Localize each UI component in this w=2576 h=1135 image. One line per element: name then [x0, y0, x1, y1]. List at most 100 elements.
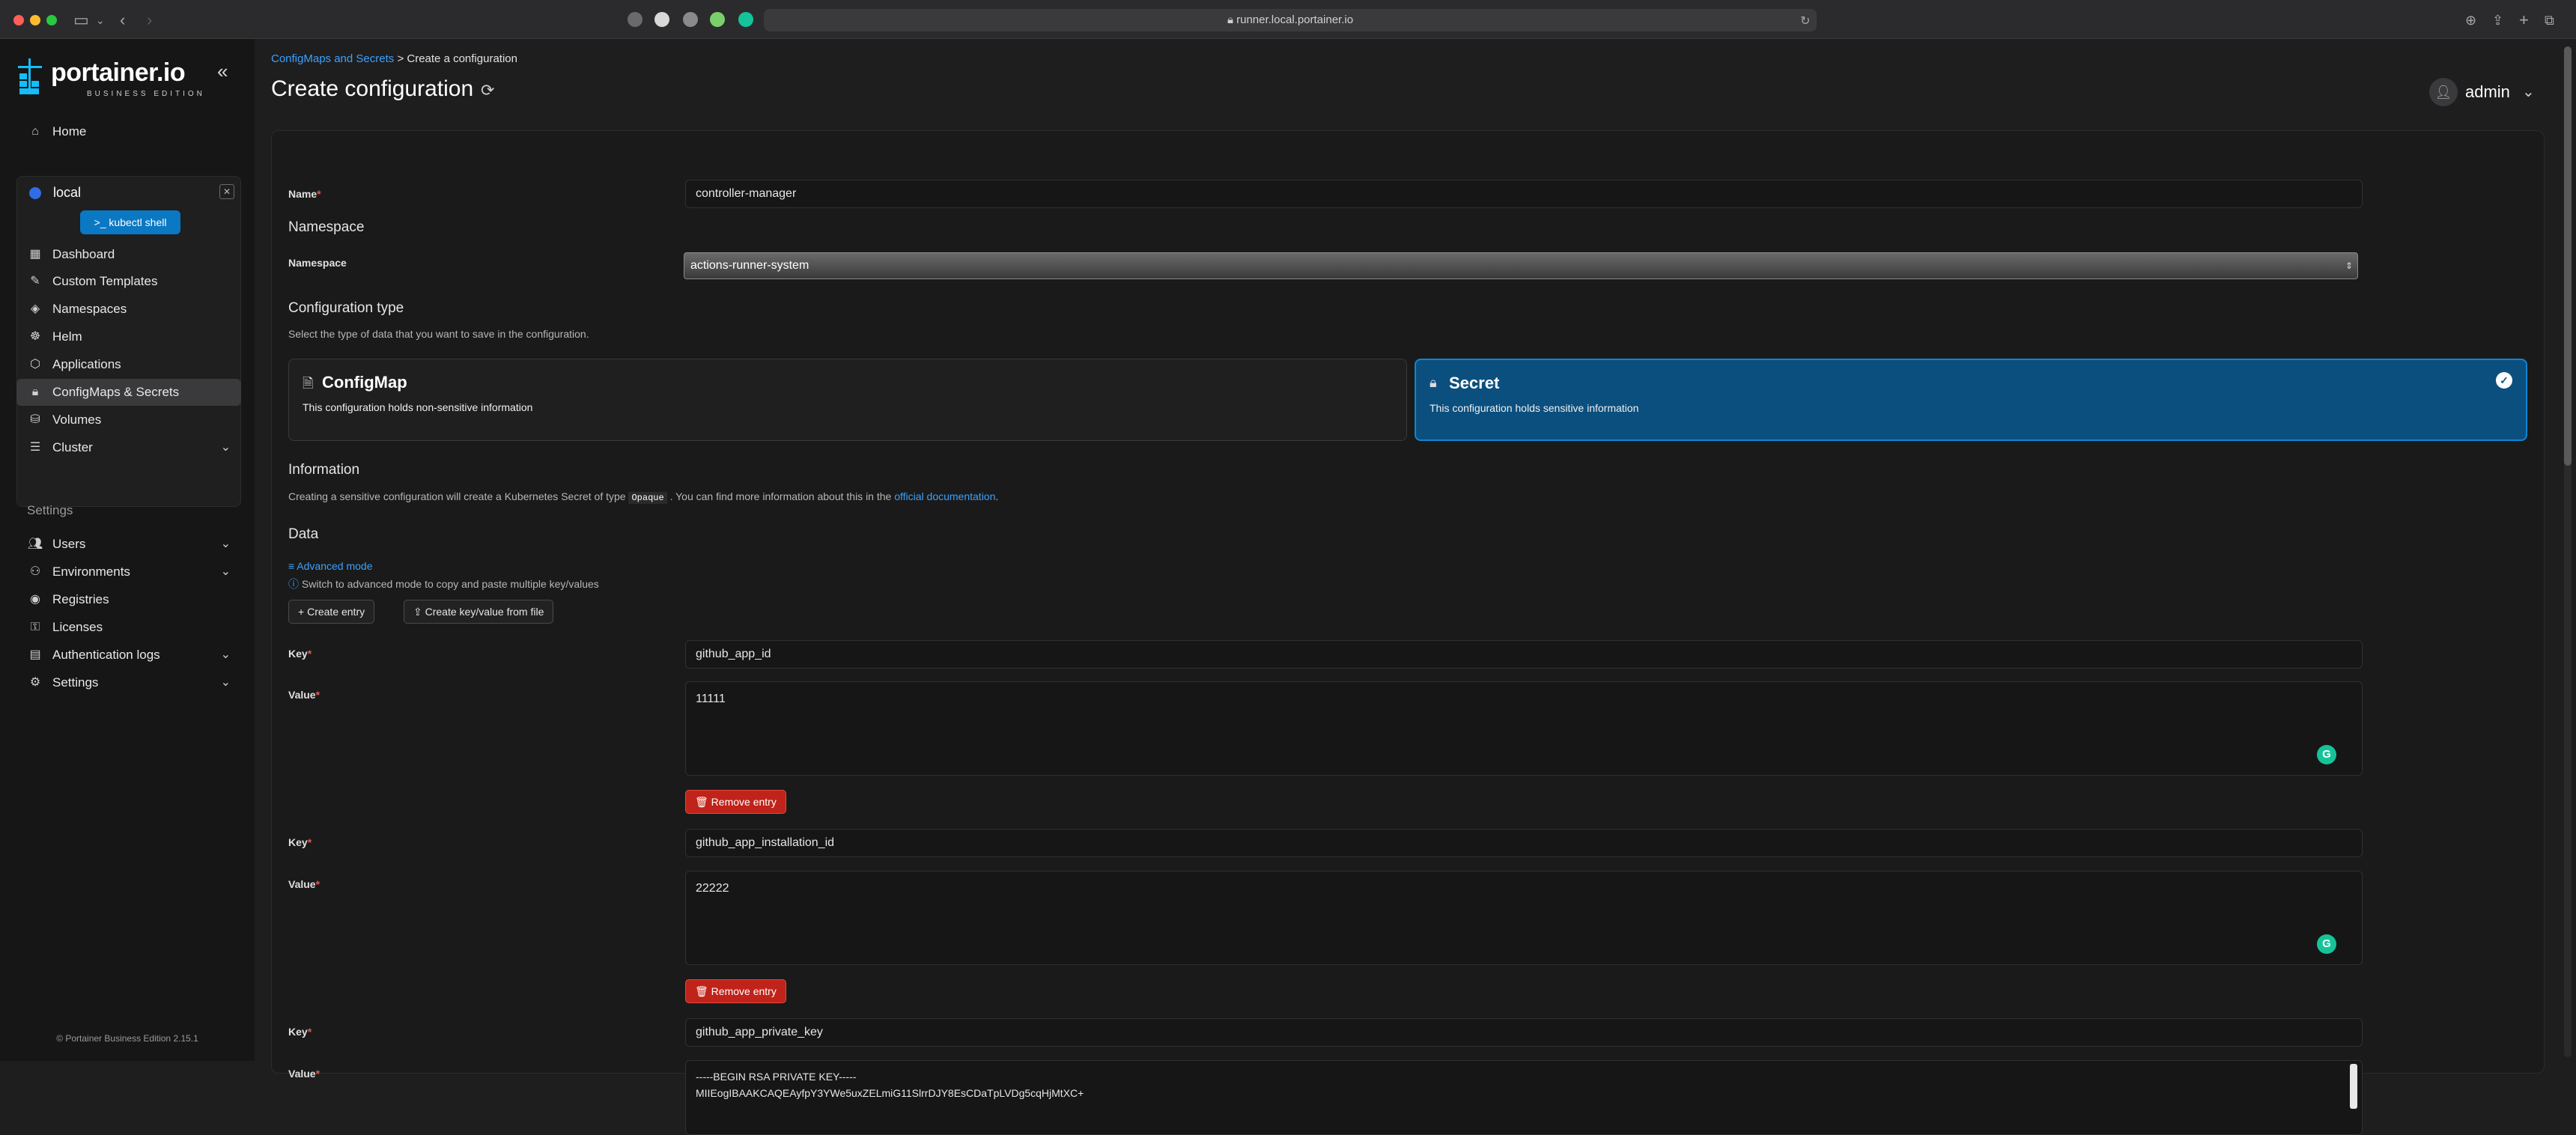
extension-icon[interactable]	[628, 12, 643, 27]
address-bar[interactable]: 🔒︎ runner.local.portainer.io	[764, 9, 1817, 31]
sidebar-item-settings[interactable]: ⚙ Settings ⌄	[16, 669, 241, 696]
key-input[interactable]: github_app_private_key	[685, 1018, 2363, 1047]
sidebar-item-applications[interactable]: ⬡ Applications	[16, 351, 241, 378]
shield-icon[interactable]	[710, 12, 725, 27]
value-label: Value*	[288, 1068, 321, 1080]
chevron-down-icon[interactable]: ⌄	[96, 10, 105, 30]
grammarly-icon[interactable]	[738, 12, 753, 27]
plus-icon: +	[298, 606, 308, 618]
trash-icon: 🗑︎	[695, 985, 711, 997]
create-entry-button[interactable]: + Create entry	[288, 600, 375, 624]
form-panel: Name* controller-manager Namespace Names…	[271, 130, 2545, 1135]
plug-icon: ⚇	[29, 565, 41, 578]
reload-icon[interactable]: ↻	[1800, 12, 1810, 31]
refresh-icon[interactable]: ⟳	[481, 81, 494, 100]
sidebar-item-environments[interactable]: ⚇ Environments ⌄	[16, 559, 241, 585]
official-documentation-link[interactable]: official documentation	[894, 490, 995, 502]
sidebar-toggle-icon[interactable]: ▭	[73, 10, 89, 30]
value-textarea[interactable]: -----BEGIN RSA PRIVATE KEY----- MIIEogIB…	[685, 1060, 2363, 1135]
configuration-type-subtitle: Select the type of data that you want to…	[288, 328, 589, 340]
namespace-select[interactable]: actions-runner-system ⇕	[684, 252, 2358, 279]
sidebar-item-home[interactable]: ⌂ Home	[16, 118, 241, 145]
forward-icon[interactable]: ›	[147, 10, 152, 30]
secret-option-card[interactable]: 🔒︎ Secret This configuration holds sensi…	[1415, 359, 2527, 441]
breadcrumb-current: Create a configuration	[407, 52, 517, 65]
sidebar-item-volumes[interactable]: ⛁ Volumes	[16, 407, 241, 433]
sidebar-item-helm[interactable]: ☸ Helm	[16, 323, 241, 350]
extension-icon[interactable]	[654, 12, 669, 27]
advanced-mode-link[interactable]: ≡ Advanced mode	[288, 560, 372, 572]
main-content: ConfigMaps and Secrets > Create a config…	[255, 39, 2576, 1135]
kubectl-shell-button[interactable]: >_ kubectl shell	[80, 210, 180, 234]
user-name: admin	[2465, 82, 2510, 101]
file-icon: 🗎	[303, 376, 314, 391]
remove-entry-button[interactable]: 🗑︎ Remove entry	[685, 790, 786, 814]
name-label: Name*	[288, 188, 321, 200]
value-label: Value*	[288, 878, 321, 890]
tabs-overview-icon[interactable]: ⧉	[2545, 10, 2554, 30]
collapse-sidebar-icon[interactable]: «	[217, 60, 228, 83]
sidebar-item-configmaps-secrets[interactable]: 🔒︎ ConfigMaps & Secrets	[16, 379, 241, 406]
grammarly-icon[interactable]: G	[2317, 745, 2336, 764]
scrollbar-thumb[interactable]	[2564, 46, 2572, 466]
close-window-button[interactable]	[13, 15, 24, 25]
user-menu[interactable]: 👤︎ admin ⌄	[2429, 78, 2549, 108]
configmap-option-card[interactable]: 🗎 ConfigMap This configuration holds non…	[288, 359, 1407, 441]
sidebar-item-users[interactable]: 👥︎ Users ⌄	[16, 531, 241, 558]
textarea-scrollbar[interactable]	[2350, 1064, 2357, 1109]
environment-name: local	[53, 185, 82, 200]
page-scrollbar[interactable]	[2564, 46, 2572, 1057]
extension-icon[interactable]	[683, 12, 698, 27]
key-input[interactable]: github_app_id	[685, 640, 2363, 669]
chevron-down-icon: ⌄	[220, 676, 231, 689]
information-section-title: Information	[288, 462, 360, 478]
gear-icon: ⚙	[29, 676, 41, 689]
sidebar-item-registries[interactable]: ◉ Registries	[16, 586, 241, 613]
sidebar-item-cluster[interactable]: ☰ Cluster ⌄	[16, 434, 241, 461]
edit-icon: ✎	[30, 275, 40, 287]
kubernetes-icon	[29, 187, 41, 199]
grammarly-icon[interactable]: G	[2317, 934, 2336, 954]
avatar: 👤︎	[2429, 78, 2458, 106]
sidebar-item-licenses[interactable]: ⚿ Licenses	[16, 614, 241, 641]
logo-text: portainer.io	[51, 58, 186, 87]
logo-subtitle: BUSINESS EDITION	[87, 90, 205, 98]
sidebar: portainer.io BUSINESS EDITION « ⌂ Home l…	[0, 39, 255, 1061]
name-input[interactable]: controller-manager	[685, 180, 2363, 208]
sidebar-item-authentication-logs[interactable]: ▤ Authentication logs ⌄	[16, 642, 241, 669]
key-label: Key*	[288, 648, 312, 660]
value-textarea[interactable]: 22222 G	[685, 871, 2363, 965]
breadcrumb-link[interactable]: ConfigMaps and Secrets	[271, 52, 394, 65]
info-icon: ⓘ	[288, 578, 302, 590]
browser-toolbar: ▭ ⌄ ‹ › 🔒︎ runner.local.portainer.io ↻ ⊕…	[0, 0, 2576, 39]
download-icon[interactable]: ⊕	[2465, 10, 2476, 30]
footer-version: © Portainer Business Edition 2.15.1	[56, 1033, 198, 1044]
back-icon[interactable]: ‹	[120, 10, 125, 30]
advanced-mode-hint: ⓘ Switch to advanced mode to copy and pa…	[288, 578, 599, 590]
share-icon[interactable]: ⇪	[2492, 10, 2503, 30]
lock-icon: 🔒︎	[1430, 375, 1437, 390]
minimize-window-button[interactable]	[30, 15, 40, 25]
select-arrows-icon: ⇕	[2345, 261, 2353, 271]
breadcrumb: ConfigMaps and Secrets > Create a config…	[271, 52, 517, 65]
zoom-window-button[interactable]	[46, 15, 57, 25]
information-text: Creating a sensitive configuration will …	[288, 490, 999, 504]
sidebar-item-custom-templates[interactable]: ✎ Custom Templates	[16, 268, 241, 295]
sidebar-item-namespaces[interactable]: ◈ Namespaces	[16, 296, 241, 323]
sidebar-item-dashboard[interactable]: ▦ Dashboard	[16, 241, 241, 268]
chevron-down-icon: ⌄	[220, 565, 231, 578]
dashboard-icon: ▦	[29, 248, 41, 261]
remove-entry-button[interactable]: 🗑︎ Remove entry	[685, 979, 786, 1003]
close-environment-icon[interactable]: ✕	[219, 184, 234, 199]
file-icon: ▤	[29, 648, 41, 661]
new-tab-icon[interactable]: +	[2519, 10, 2529, 30]
page-title: Create configuration	[271, 76, 474, 101]
configuration-type-title: Configuration type	[288, 300, 404, 316]
key-input[interactable]: github_app_installation_id	[685, 829, 2363, 857]
home-icon: ⌂	[31, 125, 39, 138]
opaque-code: Opaque	[628, 492, 667, 504]
chevron-down-icon: ⌄	[2522, 84, 2535, 100]
create-from-file-button[interactable]: ⇪ Create key/value from file	[404, 600, 554, 624]
portainer-logo-icon	[18, 58, 42, 94]
value-textarea[interactable]: 11111 G	[685, 681, 2363, 776]
